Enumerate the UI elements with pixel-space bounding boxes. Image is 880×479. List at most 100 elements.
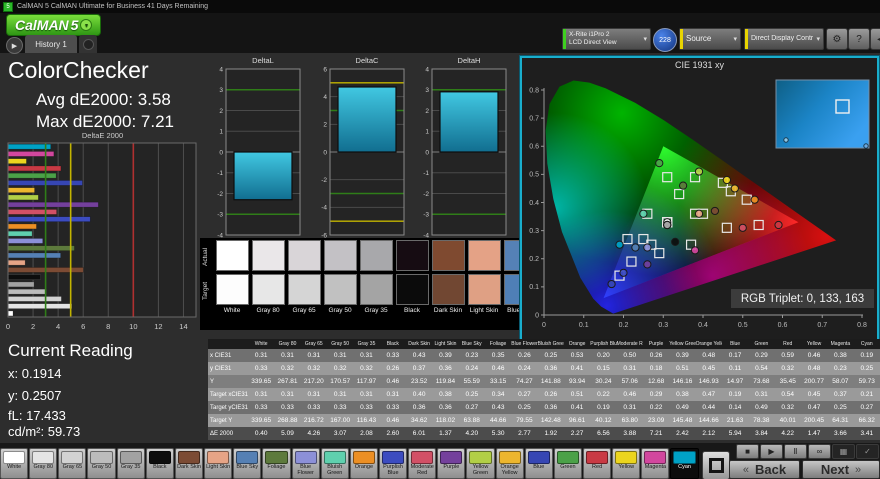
table-cell: 0.39 [676, 352, 689, 359]
cie-1931-panel[interactable]: 0 0.1 0.2 0.3 0.4 0.5 0.6 0.7 0.8 0 0.1 0.2 0.3 0.4 0.… [520, 56, 879, 345]
delta-l-chart[interactable]: DeltaL43210-1-2-3-4 [206, 55, 304, 241]
patch-button-moderate-red[interactable]: Moderate Red [408, 448, 437, 479]
patch-button-red[interactable]: Red [583, 448, 612, 479]
patch-button-bluish-green[interactable]: Bluish Green [320, 448, 349, 479]
patch-color-chip [294, 451, 317, 464]
tab-add-stub[interactable] [79, 35, 97, 53]
table-column-header: Black [379, 339, 406, 349]
table-row-label: x CIE31 [210, 352, 232, 359]
table-cell: 217.20 [303, 378, 324, 385]
play-icon[interactable]: ▶ [760, 444, 783, 459]
patch-button-yellow-green[interactable]: Yellow Green [466, 448, 495, 479]
patch-button-light-skin[interactable]: Light Skin [204, 448, 233, 479]
logo-menu-icon[interactable]: ▾ [80, 19, 93, 31]
table-cell: 0.11 [728, 365, 742, 372]
chevron-down-icon[interactable]: ▾ [813, 35, 823, 43]
stop-icon[interactable]: ■ [736, 444, 759, 459]
source-label: Source [686, 34, 712, 43]
patch-button-blue-sky[interactable]: Blue Sky [233, 448, 262, 479]
svg-text:2: 2 [425, 108, 429, 115]
table-cell: 0.17 [728, 352, 742, 359]
table-cell: 200.77 [804, 378, 824, 385]
source-dropdown[interactable]: Source ▾ [679, 28, 741, 50]
de-bar-green [7, 172, 57, 179]
table-cell: 0.33 [307, 404, 321, 411]
patch-button-gray-80[interactable]: Gray 80 [29, 448, 58, 479]
history-play-button[interactable]: ▶ [6, 37, 23, 54]
patch-color-chip [644, 451, 667, 464]
chevron-down-icon[interactable]: ▾ [640, 35, 650, 43]
back-button[interactable]: « Back [729, 460, 800, 479]
patch-color-chip [615, 451, 638, 464]
patch-button-label: Gray 65 [62, 464, 83, 470]
de-bar-orange-yellow [7, 187, 35, 193]
calman-logo[interactable]: CalMAN 5 ▾ [6, 14, 102, 36]
pause-icon[interactable]: Ⅱ [784, 444, 807, 459]
patch-button-green[interactable]: Green [553, 448, 583, 479]
patch-button-purple[interactable]: Purple [437, 448, 466, 479]
table-row: Y 339.65 267.81 217.20 170.57 117.97 0.46 23.52… [208, 375, 880, 388]
tab-history-1[interactable]: History 1 [25, 35, 77, 53]
patch-button-orange-yellow[interactable]: Orange Yellow [495, 448, 524, 479]
patch-button-label: Orange [354, 464, 374, 470]
svg-text:0.7: 0.7 [529, 115, 539, 122]
measurement-table: White Gray 80 Gray 65 Gray 50 Gray 35 Black Da… [208, 339, 880, 440]
table-row-label: y CIE31 [210, 365, 232, 372]
table-cell: 3.88 [623, 430, 637, 437]
table-cell: 0.45 [702, 365, 716, 372]
patch-button-orange[interactable]: Orange [349, 448, 378, 479]
measured-marker-red [774, 220, 783, 230]
patch-button-label: Bluish Green [327, 464, 343, 476]
cie-inset-zoom[interactable] [775, 79, 870, 149]
table-row-label: ΔE 2000 [210, 430, 234, 437]
patch-button-black[interactable]: Black [145, 448, 174, 479]
patch-button-dark-skin[interactable]: Dark Skin [174, 448, 204, 479]
check-icon[interactable]: ✓ [856, 444, 879, 459]
de-bar-blue-flower [7, 238, 44, 244]
patch-button-purplish-blue[interactable]: Purplish Blue [378, 448, 408, 479]
svg-text:0.6: 0.6 [778, 322, 788, 329]
patch-button-label: Red [592, 464, 603, 470]
patch-button-magenta[interactable]: Magenta [641, 448, 670, 479]
chart-icon[interactable]: ▦ [832, 444, 855, 459]
patch-button-white[interactable]: White [0, 448, 29, 479]
collapse-icon[interactable]: ◀ [870, 28, 880, 50]
patch-button-yellow[interactable]: Yellow [612, 448, 641, 479]
help-icon[interactable]: ? [848, 28, 870, 50]
svg-text:-4: -4 [321, 205, 327, 212]
measured-marker-light-skin [694, 209, 704, 218]
measured-marker-blue [607, 279, 616, 289]
patch-button-foliage[interactable]: Foliage [262, 448, 291, 479]
patch-button-blue-flower[interactable]: Blue Flower [291, 448, 320, 479]
patch-button-label: Foliage [267, 464, 286, 470]
meter-dropdown[interactable]: X-Rite i1Pro 2 LCD Direct View ▾ [562, 28, 651, 50]
swatch-column-label: Light Skin [469, 307, 499, 314]
next-button[interactable]: Next » [802, 460, 880, 479]
actual-target-grid: Actual Target White Gray 80 Gray 65 Gray 50… [200, 238, 519, 330]
table-cell: 1.37 [439, 430, 452, 437]
table-cell: 0.20 [597, 352, 610, 359]
table-cell: 0.51 [570, 391, 584, 398]
patch-button-gray-35[interactable]: Gray 35 [116, 448, 145, 479]
patch-button-cyan[interactable]: Cyan [670, 448, 699, 479]
patch-color-chip [3, 451, 26, 464]
delta-e-bar-chart[interactable]: 0 2 4 6 8 10 12 14 [2, 139, 202, 337]
table-row-label: Target Y [210, 417, 233, 424]
meter-count-badge[interactable]: 228 [653, 28, 677, 52]
delta-h-chart[interactable]: DeltaH43210-1-2-3-4 [412, 55, 510, 241]
delta-c-chart[interactable]: DeltaC6420-2-4-6 [310, 55, 408, 241]
patch-button-label: Yellow Green [472, 464, 489, 476]
svg-text:0: 0 [535, 312, 539, 319]
patch-button-gray-65[interactable]: Gray 65 [58, 448, 87, 479]
display-control-dropdown[interactable]: Direct Display Control ▾ [744, 28, 824, 50]
patch-button-blue[interactable]: Blue [524, 448, 553, 479]
table-cell: 1.47 [807, 430, 821, 437]
chevron-down-icon[interactable]: ▾ [730, 35, 740, 43]
continuous-icon[interactable]: ∞ [808, 444, 831, 459]
patch-button-gray-50[interactable]: Gray 50 [87, 448, 116, 479]
svg-text:0.2: 0.2 [619, 322, 629, 329]
stop-button[interactable] [702, 451, 730, 479]
gear-icon[interactable]: ⚙ [826, 28, 848, 50]
de-bar-light-skin [7, 259, 26, 266]
svg-text:0.1: 0.1 [529, 284, 539, 291]
